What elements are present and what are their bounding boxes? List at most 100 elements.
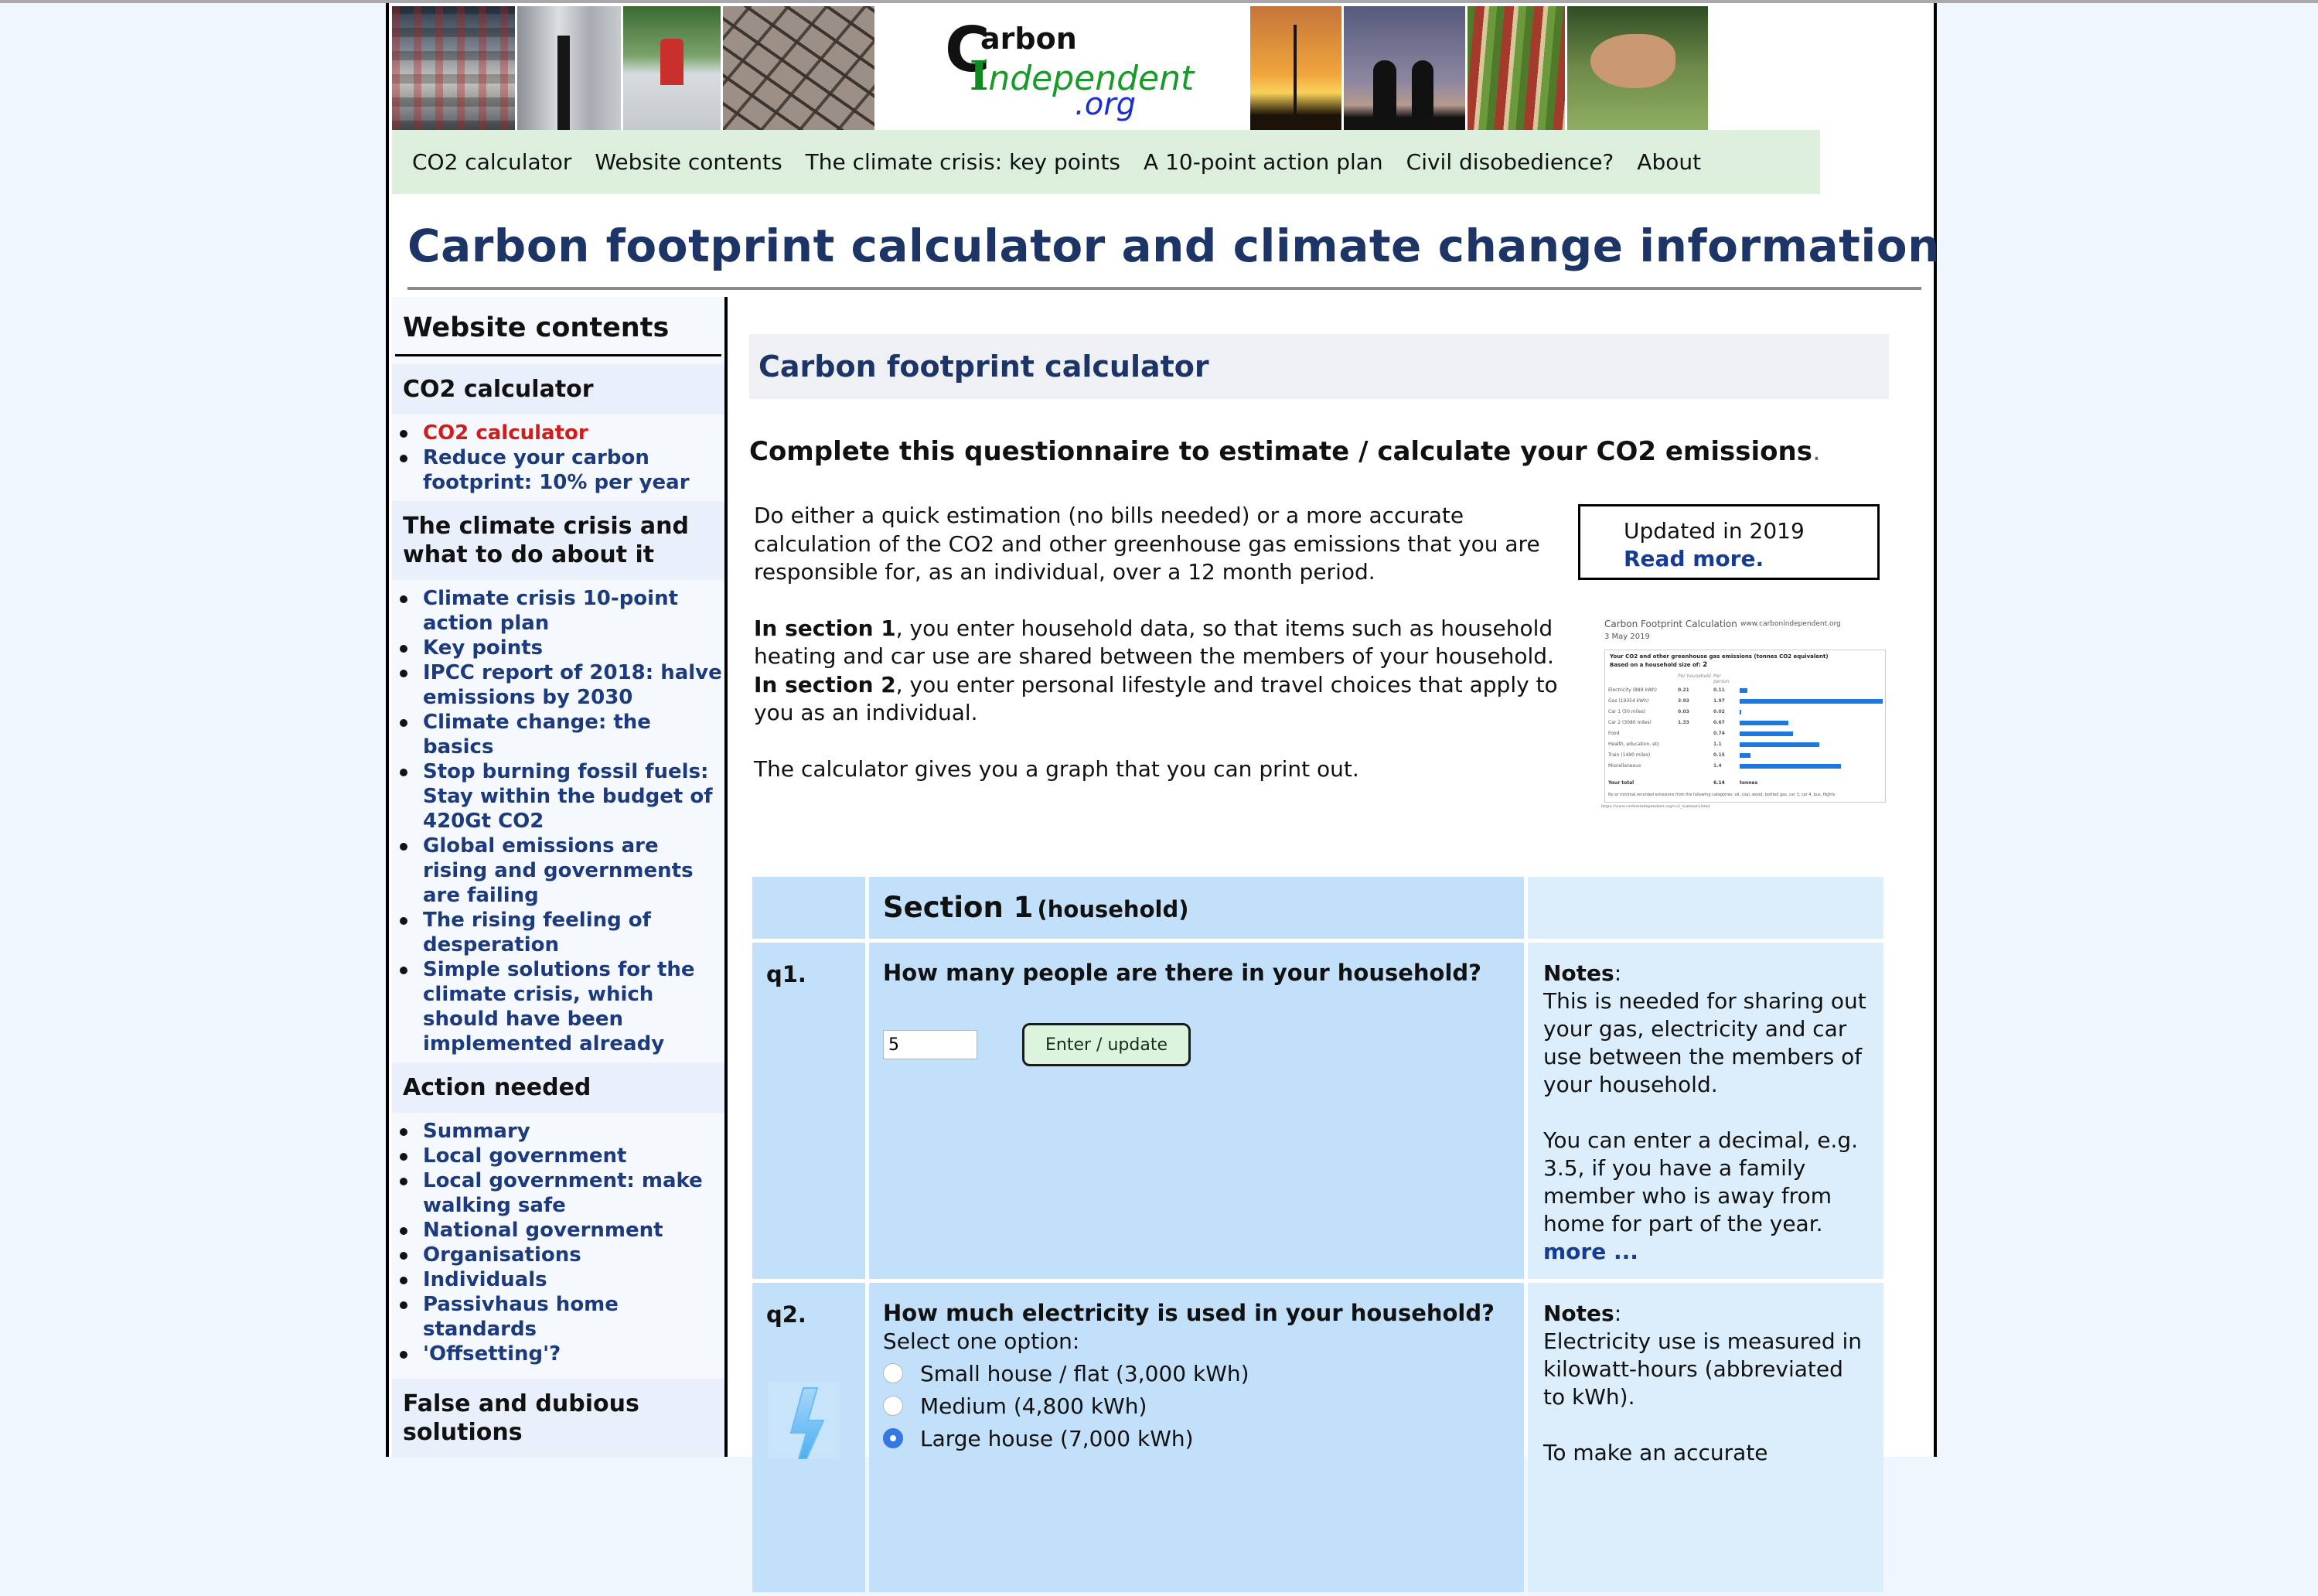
thumb-row-bar xyxy=(1740,742,1820,747)
thumb-row-person: 1.1 xyxy=(1713,742,1722,747)
q2-number-cell: q2. xyxy=(752,1283,865,1592)
update-text: Updated in 2019 xyxy=(1624,518,1805,544)
logo-carbon: arbon xyxy=(980,22,1077,56)
site-logo[interactable]: C arbon Independent .org xyxy=(877,6,1248,130)
sidebar-divider xyxy=(395,354,721,356)
sidebar-item-organisations[interactable]: Organisations xyxy=(392,1243,724,1267)
section-1-header-row: Section 1 (household) xyxy=(752,877,1887,939)
thumb-row-bar xyxy=(1740,721,1788,725)
sidebar-item-offsetting[interactable]: 'Offsetting'? xyxy=(392,1342,724,1366)
electricity-option-large[interactable]: Large house (7,000 kWh) xyxy=(883,1422,1524,1454)
thumb-row-person: 1.97 xyxy=(1713,698,1725,704)
sidebar-item-reduce-footprint[interactable]: Reduce your carbon footprint: 10% per ye… xyxy=(392,445,724,495)
thumb-row-label: Car 2 (3080 miles) xyxy=(1608,720,1652,725)
sidebar-item-fossil-fuels[interactable]: Stop burning fossil fuels: Stay within t… xyxy=(392,759,724,834)
thumb-household: Based on a household size of: 2 xyxy=(1610,661,1708,669)
question-row-q1: q1. How many people are there in your ho… xyxy=(752,943,1887,1279)
q1-question: How many people are there in your househ… xyxy=(883,960,1481,986)
calculator-title-box: Carbon footprint calculator xyxy=(749,334,1889,399)
sidebar-item-simple-solutions[interactable]: Simple solutions for the climate crisis,… xyxy=(392,957,724,1056)
electricity-option-medium[interactable]: Medium (4,800 kWh) xyxy=(883,1390,1524,1422)
q2-notes-p1: Electricity use is measured in kilowatt-… xyxy=(1543,1328,1863,1410)
thumb-row-person: 0.67 xyxy=(1713,720,1725,725)
q2-body: How much electricity is used in your hou… xyxy=(869,1283,1524,1592)
thumb-row: Train (1490 miles) 0.15 xyxy=(1608,752,1879,760)
nav-about[interactable]: About xyxy=(1637,149,1701,175)
household-size-input[interactable] xyxy=(883,1030,977,1059)
smokestack-photo xyxy=(517,6,621,130)
radio-large-house-selected[interactable] xyxy=(883,1428,903,1448)
thumb-row: Car 2 (3080 miles) 1.33 0.67 xyxy=(1608,720,1879,728)
thumb-heading: Your CO2 and other greenhouse gas emissi… xyxy=(1610,653,1829,660)
thumb-row: Health, education, etc 1.1 xyxy=(1608,742,1879,749)
wind-turbine-photo xyxy=(1250,6,1341,130)
top-nav: CO2 calculator Website contents The clim… xyxy=(392,130,1820,194)
q1-notes-p1: This is needed for sharing out your gas,… xyxy=(1543,988,1866,1097)
thumb-row-household: 3.93 xyxy=(1678,698,1689,704)
enter-update-button[interactable]: Enter / update xyxy=(1022,1023,1191,1066)
nav-civil-disobedience[interactable]: Civil disobedience? xyxy=(1406,149,1614,175)
nav-key-points[interactable]: The climate crisis: key points xyxy=(806,149,1120,175)
traffic-jam-photo xyxy=(392,6,515,130)
logo-org: .org xyxy=(1075,87,1137,122)
cyclists-silhouette-photo xyxy=(1344,6,1465,130)
radio-small-house[interactable] xyxy=(883,1363,903,1383)
intro-text: Do either a quick estimation (no bills n… xyxy=(754,502,1566,811)
thumb-row-person: 0.74 xyxy=(1713,731,1725,736)
thumb-row: Miscellaneous 1.4 xyxy=(1608,763,1879,771)
sidebar-item-key-points[interactable]: Key points xyxy=(392,636,724,660)
thumb-row-bar xyxy=(1740,753,1751,758)
sidebar-item-local-government[interactable]: Local government xyxy=(392,1144,724,1168)
electricity-option-small[interactable]: Small house / flat (3,000 kWh) xyxy=(883,1357,1524,1390)
sidebar-heading: Website contents xyxy=(403,312,670,343)
sidebar-item-ipcc-report[interactable]: IPCC report of 2018: halve emissions by … xyxy=(392,660,724,710)
thumb-frame: Your CO2 and other greenhouse gas emissi… xyxy=(1604,650,1886,803)
chicken-photo xyxy=(1567,6,1708,130)
intro-paragraph-3: The calculator gives you a graph that yo… xyxy=(754,755,1359,782)
sidebar-section-co2: CO2 calculator xyxy=(392,364,724,414)
section-1-num-cell xyxy=(752,877,865,939)
questionnaire-table: Section 1 (household) q1. How many peopl… xyxy=(752,877,1887,1596)
thumb-row-bar xyxy=(1740,688,1748,693)
nav-website-contents[interactable]: Website contents xyxy=(595,149,782,175)
sidebar-section-climate-crisis: The climate crisis and what to do about … xyxy=(392,501,724,580)
calculator-title: Carbon footprint calculator xyxy=(758,350,1209,384)
lightning-bolt-icon xyxy=(768,1382,839,1460)
sidebar-item-basics[interactable]: Climate change: the basics xyxy=(392,710,724,759)
section-1-notes-cell xyxy=(1528,877,1883,939)
thumb-row-household: 0.03 xyxy=(1678,709,1689,714)
thumb-row: Food 0.74 xyxy=(1608,731,1879,738)
q1-more-link[interactable]: more ... xyxy=(1543,1239,1638,1264)
thumb-row: Gas (19354 kWh) 3.93 1.97 xyxy=(1608,698,1883,706)
intro-heading: Complete this questionnaire to estimate … xyxy=(749,436,1821,467)
header-banner: C arbon Independent .org xyxy=(392,6,1710,130)
sidebar-item-summary[interactable]: Summary xyxy=(392,1119,724,1144)
q1-notes-label: Notes xyxy=(1543,960,1614,986)
cracked-earth-photo xyxy=(723,6,874,130)
nav-action-plan[interactable]: A 10-point action plan xyxy=(1144,149,1383,175)
thumb-row-bar xyxy=(1740,699,1883,704)
thumb-row-bar xyxy=(1740,710,1741,714)
thumb-col-household: Per household xyxy=(1678,674,1711,679)
sidebar-item-national-government[interactable]: National government xyxy=(392,1218,724,1243)
sidebar-item-co2-calculator[interactable]: CO2 calculator xyxy=(392,421,724,445)
read-more-link[interactable]: Read more. xyxy=(1624,545,1877,573)
thumb-url: https://www.carbonindependent.org/co2_su… xyxy=(1601,804,1710,809)
sidebar-item-global-emissions[interactable]: Global emissions are rising and governme… xyxy=(392,834,724,908)
sidebar-item-walking-safe[interactable]: Local government: make walking safe xyxy=(392,1168,724,1218)
nav-co2-calculator[interactable]: CO2 calculator xyxy=(412,149,571,175)
thumb-row-label: Health, education, etc xyxy=(1608,742,1660,747)
thumb-row-label: Food xyxy=(1608,731,1620,736)
radio-medium[interactable] xyxy=(883,1396,903,1416)
sidebar-item-individuals[interactable]: Individuals xyxy=(392,1267,724,1292)
q1-number: q1. xyxy=(752,943,865,1279)
question-row-q2: q2. How much electricity is used in your… xyxy=(752,1283,1887,1592)
thumb-row-person: 0.11 xyxy=(1713,687,1725,693)
sidebar-item-desperation[interactable]: The rising feeling of desperation xyxy=(392,908,724,957)
section-1-title-cell: Section 1 (household) xyxy=(869,877,1524,939)
sample-result-thumbnail[interactable]: Carbon Footprint Calculation www.carboni… xyxy=(1597,614,1890,817)
sidebar-item-passivhaus[interactable]: Passivhaus home standards xyxy=(392,1292,724,1342)
thumb-row-label: Train (1490 miles) xyxy=(1608,752,1651,758)
q1-body: How many people are there in your househ… xyxy=(869,943,1524,1279)
sidebar-item-10-point-plan[interactable]: Climate crisis 10-point action plan xyxy=(392,586,724,636)
